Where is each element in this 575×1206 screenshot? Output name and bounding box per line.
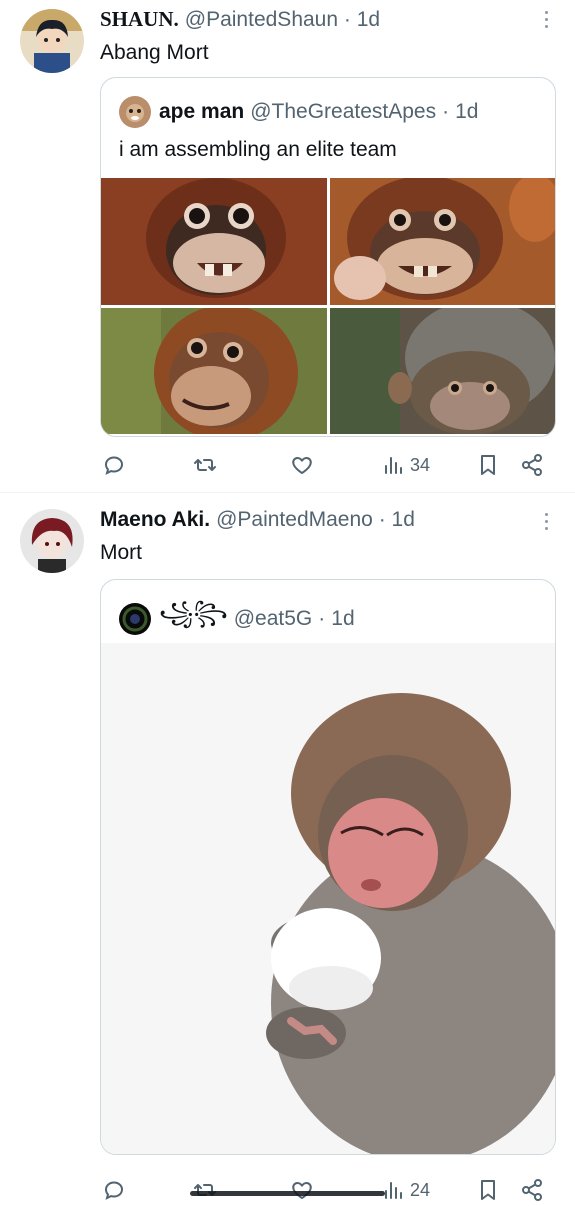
reply-button[interactable] bbox=[102, 449, 126, 481]
quoted-timestamp: 1d bbox=[455, 100, 479, 123]
quoted-display-name: ape man bbox=[159, 100, 245, 123]
quoted-display-name: ꧁꧂ bbox=[159, 600, 228, 625]
action-bar: 34 bbox=[100, 449, 548, 481]
bookmark-button[interactable] bbox=[476, 449, 500, 481]
bookmark-button[interactable] bbox=[476, 1174, 500, 1206]
display-name[interactable]: Maeno Aki. bbox=[100, 508, 210, 531]
quoted-text: i am assembling an elite team bbox=[119, 138, 397, 161]
display-name[interactable]: SHAUN. bbox=[100, 7, 179, 31]
handle[interactable]: @PaintedShaun bbox=[185, 8, 338, 31]
more-icon[interactable] bbox=[543, 513, 549, 530]
retweet-icon bbox=[194, 459, 216, 471]
bookmark-icon bbox=[481, 1180, 495, 1200]
quoted-avatar bbox=[119, 96, 151, 128]
quoted-handle: @TheGreatestApes bbox=[250, 100, 437, 123]
reply-button[interactable] bbox=[102, 1174, 126, 1206]
media-photo[interactable] bbox=[101, 308, 327, 434]
media-photo[interactable] bbox=[101, 178, 327, 305]
reply-icon bbox=[104, 1181, 124, 1200]
more-icon[interactable] bbox=[543, 11, 549, 28]
avatar[interactable] bbox=[20, 509, 84, 573]
tweet-header: Maeno Aki. @PaintedMaeno · 1d bbox=[100, 508, 415, 532]
share-button[interactable] bbox=[520, 1174, 544, 1206]
like-button[interactable] bbox=[290, 1174, 314, 1206]
separator: · bbox=[318, 606, 326, 630]
views-count: 24 bbox=[410, 1179, 431, 1200]
retweet-icon bbox=[194, 1184, 216, 1196]
like-icon bbox=[292, 457, 312, 474]
reply-icon bbox=[104, 456, 124, 475]
timestamp[interactable]: 1d bbox=[357, 8, 380, 31]
separator: · bbox=[343, 8, 351, 31]
share-icon bbox=[522, 454, 542, 476]
like-icon bbox=[292, 1182, 312, 1199]
views-icon bbox=[385, 1182, 402, 1199]
action-bar: 24 bbox=[100, 1174, 548, 1206]
bookmark-icon bbox=[481, 455, 495, 475]
views-icon bbox=[385, 457, 402, 474]
share-icon bbox=[522, 1179, 542, 1201]
avatar[interactable] bbox=[20, 9, 84, 73]
quoted-tweet-header: ape man @TheGreatestApes · 1d bbox=[119, 96, 478, 128]
quoted-avatar bbox=[119, 602, 151, 635]
views-button[interactable]: 34 bbox=[382, 449, 430, 481]
home-indicator[interactable] bbox=[190, 1191, 385, 1196]
quoted-timestamp: 1d bbox=[331, 606, 355, 630]
tweet-text: Mort bbox=[100, 541, 142, 564]
tweet-text: Abang Mort bbox=[100, 41, 209, 64]
tweet-2[interactable]: Maeno Aki. @PaintedMaeno · 1d Mort ꧁꧂ @eat… bbox=[0, 493, 575, 1201]
media-photo[interactable] bbox=[330, 308, 555, 434]
retweet-button[interactable] bbox=[193, 1174, 217, 1206]
media-grid[interactable] bbox=[101, 178, 555, 434]
views-button[interactable]: 24 bbox=[382, 1174, 430, 1206]
handle[interactable]: @PaintedMaeno bbox=[216, 508, 373, 531]
views-count: 34 bbox=[410, 454, 431, 475]
media-photo[interactable] bbox=[101, 643, 555, 1154]
separator: · bbox=[378, 508, 386, 531]
quoted-handle: @eat5G bbox=[233, 606, 313, 630]
retweet-button[interactable] bbox=[193, 449, 217, 481]
media-photo[interactable] bbox=[330, 178, 555, 305]
like-button[interactable] bbox=[290, 449, 314, 481]
tweet-header: SHAUN. @PaintedShaun · 1d bbox=[100, 7, 380, 32]
tweet-1[interactable]: SHAUN. @PaintedShaun · 1d Abang Mort ape … bbox=[0, 0, 575, 492]
timestamp[interactable]: 1d bbox=[392, 508, 415, 531]
quoted-tweet[interactable]: ape man @TheGreatestApes · 1d i am assemb… bbox=[100, 77, 556, 437]
separator: · bbox=[442, 100, 450, 123]
quoted-tweet-header: ꧁꧂ @eat5G · 1d bbox=[119, 596, 355, 641]
quoted-tweet[interactable]: ꧁꧂ @eat5G · 1d bbox=[100, 579, 556, 1155]
share-button[interactable] bbox=[520, 449, 544, 481]
